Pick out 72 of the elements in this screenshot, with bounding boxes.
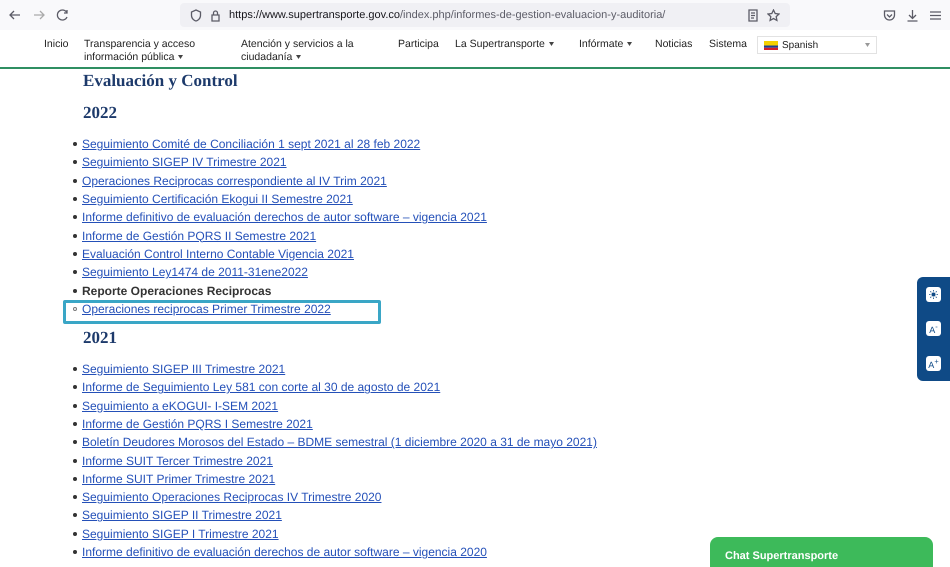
report-link[interactable]: Evaluación Control Interno Contable Vigencia 2021 <box>82 246 354 261</box>
report-link[interactable]: Seguimiento SIGEP I Trimestre 2021 <box>82 526 279 541</box>
bullet-icon <box>73 288 77 293</box>
url-path: /index.php/informes-de-gestion-evaluacion-y-auditoria/ <box>400 9 666 21</box>
back-icon[interactable] <box>8 8 22 22</box>
bullet-icon <box>73 367 77 372</box>
report-link[interactable]: Informe de Gestión PQRS I Semestre 2021 <box>82 417 313 431</box>
nav-item[interactable]: Participa <box>398 38 455 51</box>
bullet-icon <box>73 458 77 463</box>
year-heading: 2022 <box>83 103 117 123</box>
bullet-icon <box>73 404 77 408</box>
chat-title: Chat Supertransporte <box>725 550 838 562</box>
pocket-icon[interactable] <box>883 8 896 22</box>
bullet-icon <box>73 550 77 554</box>
url-host: https://www.supertransporte.gov.co <box>229 9 400 21</box>
nav-item[interactable]: Sistema <box>709 38 753 51</box>
bullet-icon <box>73 160 77 164</box>
bullet-icon <box>73 215 77 220</box>
report-link[interactable]: Seguimiento a eKOGUI- I-SEM 2021 <box>82 398 278 413</box>
reader-view-icon[interactable] <box>747 8 759 22</box>
bullet-icon <box>73 532 77 536</box>
report-link[interactable]: Seguimiento Ley1474 de 2011-31ene2022 <box>82 265 308 280</box>
report-link[interactable]: Seguimiento Comité de Conciliación 1 sept 2021 al 28 feb 2022 <box>82 137 420 152</box>
report-link[interactable]: Seguimiento SIGEP IV Trimestre 2021 <box>82 155 287 170</box>
nav-item[interactable]: Transparencia y acceso información pública <box>84 38 241 64</box>
bullet-icon <box>73 142 77 146</box>
report-link[interactable]: Informe definitivo de evaluación derechos de autor software – vigencia 2021 <box>82 210 487 224</box>
lock-icon <box>210 8 221 22</box>
page-title: Evaluación y Control <box>83 71 238 91</box>
report-link[interactable]: Seguimiento SIGEP III Trimestre 2021 <box>82 362 286 376</box>
bullet-icon <box>73 197 77 202</box>
font-size-button[interactable]: A$^{+}$ <box>926 356 941 372</box>
year-heading: 2021 <box>83 328 117 348</box>
bullet-icon <box>73 422 77 426</box>
bullet-icon <box>73 513 77 518</box>
bullet-icon <box>73 495 77 500</box>
flag-icon <box>764 40 778 50</box>
report-link[interactable]: Informe de Seguimiento Ley 581 con corte al 30 de agosto de 2021 <box>82 380 440 394</box>
star-icon[interactable] <box>767 8 780 22</box>
font-size-button[interactable]: A$^{-}$ <box>926 321 941 336</box>
report-link[interactable]: Informe SUIT Tercer Trimestre 2021 <box>82 454 273 468</box>
address-bar[interactable]: https://www.supertransporte.gov.co/index.php/informes-de-gestion-evaluacion-y-auditoria/ <box>180 3 790 27</box>
bullet-icon <box>73 252 77 256</box>
nav-item[interactable]: Noticias <box>655 38 709 51</box>
report-link[interactable]: Informe SUIT Primer Trimestre 2021 <box>82 472 276 486</box>
nav-item[interactable]: Atención y servicios a la ciudadanía <box>241 38 398 64</box>
caret-icon <box>865 43 870 47</box>
language-select[interactable]: Spanish <box>757 36 877 54</box>
contrast-button[interactable] <box>926 286 941 302</box>
bullet-icon <box>73 234 77 238</box>
bullet-icon <box>73 476 77 481</box>
report-link[interactable]: Informe definitivo de evaluación derechos de autor software – vigencia 2020 <box>82 545 487 560</box>
shield-icon <box>190 8 202 22</box>
bullet-icon <box>73 385 77 390</box>
menu-icon[interactable] <box>929 8 942 22</box>
report-link[interactable]: Seguimiento SIGEP II Trimestre 2021 <box>82 508 282 522</box>
report-link[interactable]: Informe de Gestión PQRS II Semestre 2021 <box>82 228 316 243</box>
nav-item[interactable]: Inicio <box>44 38 84 51</box>
bullet-icon <box>73 306 77 311</box>
report-link[interactable]: Operaciones Reciprocas correspondiente al IV Trim 2021 <box>82 174 387 188</box>
bullet-icon <box>73 270 77 274</box>
report-link[interactable]: Boletín Deudores Morosos del Estado – BDME semestral (1 diciembre 2020 a 31 de mayo 2021) <box>82 435 597 450</box>
bullet-icon <box>73 440 77 444</box>
report-link[interactable]: Seguimiento Operaciones Reciprocas IV Trimestre 2020 <box>82 490 382 504</box>
download-icon[interactable] <box>906 8 919 22</box>
nav-item[interactable]: La Supertransporte <box>455 38 579 51</box>
list-heading: Reporte Operaciones Reciprocas <box>82 284 272 298</box>
report-link[interactable]: Seguimiento Certificación Ekogui II Semestre 2021 <box>82 192 353 206</box>
report-link[interactable]: Operaciones reciprocas Primer Trimestre 2022 <box>82 302 331 316</box>
nav-item[interactable]: Infórmate <box>579 38 655 51</box>
bullet-icon <box>73 178 77 183</box>
reload-icon[interactable] <box>56 8 70 22</box>
